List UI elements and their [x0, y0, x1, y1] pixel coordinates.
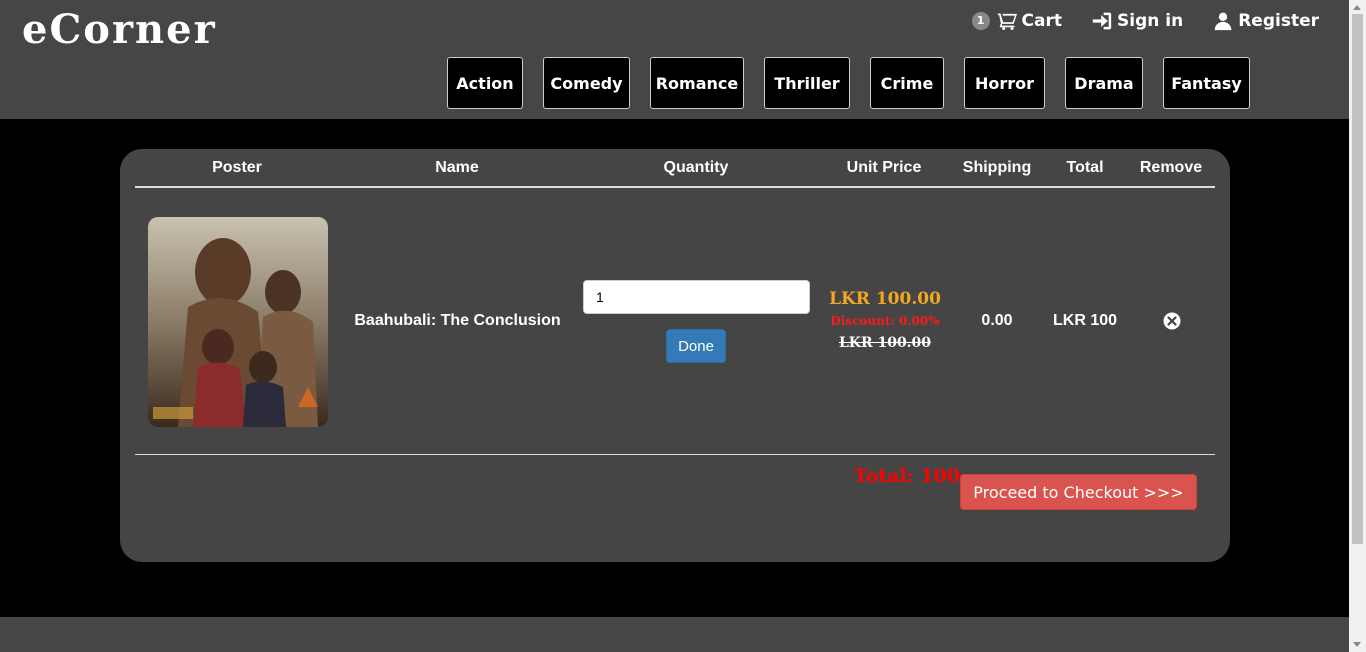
column-header-remove: Remove	[1139, 159, 1203, 176]
genre-horror-button[interactable]: Horror	[964, 57, 1045, 109]
movie-poster[interactable]	[148, 217, 328, 427]
discount-text: Discount: 0.00%	[830, 314, 940, 328]
signin-label: Sign in	[1117, 11, 1184, 31]
site-logo[interactable]: eCorner	[22, 6, 217, 53]
remove-circle-icon[interactable]	[1163, 312, 1181, 330]
genre-thriller-button[interactable]: Thriller	[764, 57, 850, 109]
genre-drama-button[interactable]: Drama	[1065, 57, 1143, 109]
scroll-down-arrow-icon[interactable]	[1353, 642, 1361, 647]
vertical-scrollbar[interactable]	[1349, 0, 1366, 652]
register-label: Register	[1238, 11, 1319, 31]
footer-divider	[135, 454, 1215, 455]
genre-action-button[interactable]: Action	[447, 57, 523, 109]
site-header: eCorner 1 Cart Sign in Register Action C…	[0, 0, 1349, 119]
scrollbar-thumb[interactable]	[1352, 14, 1363, 544]
original-price: LKR 100.00	[838, 335, 932, 351]
top-nav: 1 Cart Sign in Register	[971, 11, 1319, 31]
proceed-to-checkout-button[interactable]: Proceed to Checkout >>>	[960, 474, 1197, 510]
item-total: LKR 100	[1052, 312, 1118, 329]
unit-price: LKR 100.00	[829, 289, 941, 309]
scroll-up-arrow-icon[interactable]	[1353, 5, 1361, 10]
cart-link[interactable]: 1 Cart	[971, 11, 1063, 31]
quantity-input[interactable]	[583, 280, 810, 314]
shipping-value: 0.00	[981, 312, 1013, 329]
done-button[interactable]: Done	[666, 329, 726, 363]
cart-count-badge: 1	[971, 12, 990, 30]
sign-in-icon	[1092, 12, 1112, 30]
site-footer	[0, 617, 1349, 652]
grand-total: Total: 100	[853, 465, 960, 487]
cart-label: Cart	[1021, 11, 1063, 31]
register-link[interactable]: Register	[1213, 11, 1319, 31]
column-header-quantity: Quantity	[663, 159, 729, 176]
column-header-shipping: Shipping	[962, 159, 1032, 176]
genre-crime-button[interactable]: Crime	[870, 57, 944, 109]
genre-romance-button[interactable]: Romance	[650, 57, 744, 109]
signin-link[interactable]: Sign in	[1092, 11, 1183, 31]
user-icon	[1214, 12, 1232, 31]
movie-poster-image	[148, 217, 328, 427]
genre-fantasy-button[interactable]: Fantasy	[1163, 57, 1250, 109]
item-name: Baahubali: The Conclusion	[354, 312, 561, 329]
genre-comedy-button[interactable]: Comedy	[543, 57, 630, 109]
shopping-cart-icon	[997, 13, 1017, 30]
column-header-poster: Poster	[212, 159, 262, 176]
header-divider	[135, 186, 1215, 188]
column-header-total: Total	[1066, 159, 1104, 176]
column-header-name: Name	[435, 159, 479, 176]
column-header-unit-price: Unit Price	[846, 159, 922, 176]
cart-panel: Poster Name Quantity Unit Price Shipping…	[120, 149, 1230, 562]
